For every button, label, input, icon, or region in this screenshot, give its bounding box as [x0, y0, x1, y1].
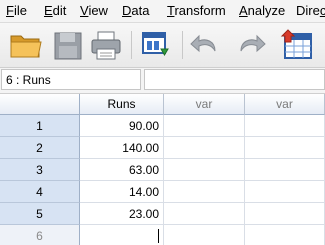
cell-var[interactable] — [164, 115, 245, 137]
cell-var[interactable] — [245, 181, 325, 203]
cell-runs[interactable]: 14.00 — [80, 181, 164, 203]
cell-var[interactable] — [245, 159, 325, 181]
cell-var[interactable] — [164, 203, 245, 225]
menu-transform[interactable]: Transform — [167, 3, 226, 19]
cell-var[interactable] — [245, 137, 325, 159]
toolbar-separator — [131, 31, 132, 59]
cell-var[interactable] — [245, 203, 325, 225]
data-editor-window: File Edit View Data Transform Analyze Di… — [0, 0, 325, 245]
text-cursor — [158, 229, 159, 243]
row-header[interactable]: 5 — [0, 203, 80, 225]
undo-icon[interactable] — [188, 27, 224, 63]
cell-runs[interactable]: 23.00 — [80, 203, 164, 225]
menu-edit[interactable]: Edit — [44, 3, 66, 19]
redo-icon[interactable] — [232, 27, 268, 63]
menu-direct[interactable]: Direc — [296, 3, 325, 19]
cell-value-field[interactable] — [144, 69, 325, 90]
row-header[interactable]: 1 — [0, 115, 80, 137]
menu-view[interactable]: View — [80, 3, 108, 19]
cell-var[interactable] — [164, 225, 245, 245]
cell-runs[interactable]: 90.00 — [80, 115, 164, 137]
menu-data[interactable]: Data — [122, 3, 149, 19]
row-header[interactable]: 3 — [0, 159, 80, 181]
row-header[interactable]: 6 — [0, 225, 80, 245]
grid-corner[interactable] — [0, 94, 80, 115]
open-folder-icon[interactable] — [8, 27, 44, 63]
goto-case-icon[interactable] — [280, 27, 316, 63]
save-icon[interactable] — [50, 27, 86, 63]
print-icon[interactable] — [88, 27, 124, 63]
column-header-var[interactable]: var — [245, 94, 325, 115]
cell-editor-bar: 6 : Runs — [0, 68, 325, 94]
cell-var[interactable] — [245, 115, 325, 137]
data-grid: Runs var var 1 90.00 2 140.00 3 63.00 4 … — [0, 94, 325, 245]
dialog-recall-icon[interactable] — [138, 27, 174, 63]
row-header[interactable]: 2 — [0, 137, 80, 159]
cell-reference-box: 6 : Runs — [1, 69, 141, 90]
menu-analyze[interactable]: Analyze — [239, 3, 285, 19]
active-cell-runs[interactable] — [80, 225, 164, 245]
menu-bar: File Edit View Data Transform Analyze Di… — [0, 0, 325, 23]
menu-file[interactable]: File — [6, 3, 27, 19]
toolbar-separator — [182, 31, 183, 59]
cell-var[interactable] — [164, 137, 245, 159]
row-header[interactable]: 4 — [0, 181, 80, 203]
cell-var[interactable] — [164, 159, 245, 181]
cell-var[interactable] — [245, 225, 325, 245]
cell-runs[interactable]: 63.00 — [80, 159, 164, 181]
toolbar — [0, 23, 325, 68]
cell-runs[interactable]: 140.00 — [80, 137, 164, 159]
cell-var[interactable] — [164, 181, 245, 203]
column-header-var[interactable]: var — [164, 94, 245, 115]
column-header-runs[interactable]: Runs — [80, 94, 164, 115]
